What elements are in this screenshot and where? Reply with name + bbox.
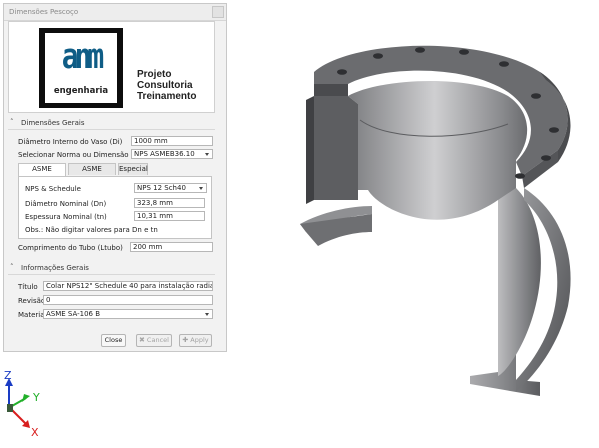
norm-select-value: NPS ASMEB36.10 (134, 150, 195, 158)
chevron-up-icon: ˄ (10, 118, 14, 126)
logo-subtitle: engenharia (53, 86, 109, 96)
close-button[interactable]: Close (101, 334, 126, 347)
di-input[interactable]: 1000 mm (131, 136, 213, 146)
apply-button[interactable]: ✚ Apply (179, 334, 212, 347)
y-label: Y (32, 391, 40, 404)
nps-label: NPS & Schedule (25, 185, 81, 193)
apply-button-label: Apply (190, 336, 209, 344)
x-axis (11, 409, 27, 425)
restore-window-icon[interactable] (212, 6, 224, 18)
tab-asme-b36-19[interactable]: ASME B36.19 (68, 163, 116, 184)
plus-icon: ✚ (182, 336, 189, 344)
dropdown-arrow-icon (205, 313, 209, 316)
dialog-title: Dimensões Pescoço (9, 8, 79, 16)
norm-select[interactable]: NPS ASMEB36.10 (131, 149, 213, 159)
axis-triad: Z Y X (0, 368, 50, 439)
group-info-title: Informações Gerais (21, 264, 89, 272)
y-arrow-icon (22, 394, 30, 402)
company-logo: anm engenharia Projeto Consultoria Trein… (8, 21, 215, 113)
revisao-input[interactable]: 0 (43, 295, 213, 305)
3d-viewport[interactable] (240, 0, 599, 446)
titulo-label: Título (18, 283, 38, 291)
ltubo-label: Comprimento do Tubo (Ltubo) (18, 244, 123, 252)
revisao-label: Revisão (18, 297, 46, 305)
dropdown-arrow-icon (205, 153, 209, 156)
group-info-header[interactable]: ˄ Informações Gerais (8, 263, 215, 275)
pipe-outer (498, 188, 541, 376)
logo-line-1: Projeto (137, 69, 172, 80)
logo-letters: anm (61, 37, 105, 77)
logo-frame: anm engenharia (39, 28, 123, 108)
dn-input[interactable]: 323,8 mm (134, 198, 205, 208)
tab-asme-b36-10[interactable]: ASME B36.10 (18, 163, 66, 184)
titulo-input[interactable]: Colar NPS12" Schedule 40 para instalação… (43, 281, 213, 291)
tn-label: Espessura Nominal (tn) (25, 213, 107, 221)
z-label: Z (4, 369, 12, 382)
logo-tagline: Projeto Consultoria Treinamento (137, 69, 196, 102)
tab-especial[interactable]: Especial (118, 163, 148, 175)
logo-line-3: Treinamento (137, 91, 197, 102)
group-general-title: Dimensões Gerais (21, 119, 85, 127)
nozzle-model[interactable] (240, 0, 599, 446)
tn-input[interactable]: 10,31 mm (134, 211, 205, 221)
cancel-button-label: Cancel (146, 336, 169, 344)
dn-label: Diâmetro Nominal (Dn) (25, 200, 107, 208)
obs-note: Obs.: Não digitar valores para Dn e tn (25, 226, 158, 234)
chevron-up-icon: ˄ (10, 263, 14, 271)
logo-line-2: Consultoria (137, 80, 193, 91)
x-label: X (31, 426, 39, 438)
cancel-button[interactable]: ✖ Cancel (136, 334, 172, 347)
material-select-value: ASME SA-106 B (46, 310, 101, 318)
ltubo-input[interactable]: 200 mm (130, 242, 213, 252)
group-general-header[interactable]: ˄ Dimensões Gerais (8, 118, 215, 130)
cancel-icon: ✖ (139, 336, 145, 344)
di-label: Diâmetro Interno do Vaso (Di) (18, 138, 123, 146)
nps-select[interactable]: NPS 12 Sch40 (134, 183, 207, 193)
nps-select-value: NPS 12 Sch40 (137, 184, 186, 192)
triad-origin (7, 404, 13, 412)
material-select[interactable]: ASME SA-106 B (43, 309, 213, 319)
dropdown-arrow-icon (199, 187, 203, 190)
dialog-titlebar: Dimensões Pescoço (4, 4, 226, 21)
